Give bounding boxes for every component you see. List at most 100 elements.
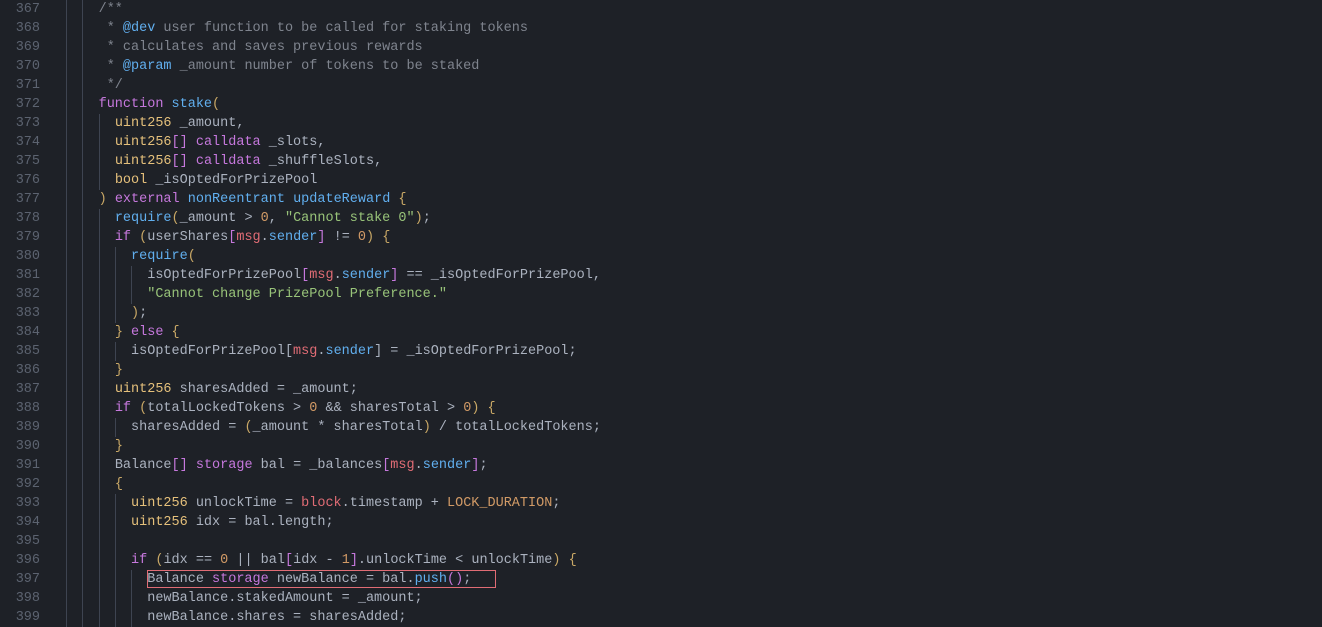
token: calldata <box>196 154 261 169</box>
token: sender <box>342 268 391 283</box>
code-line[interactable]: isOptedForPrizePool[msg.sender] = _isOpt… <box>50 342 1322 361</box>
token: () <box>447 572 463 587</box>
token <box>123 325 131 340</box>
code-line[interactable]: newBalance.stakedAmount = _amount; <box>50 589 1322 608</box>
line-number: 387 <box>0 380 40 399</box>
code-line[interactable]: uint256 idx = bal.length; <box>50 513 1322 532</box>
line-number: 391 <box>0 456 40 475</box>
token: ) <box>366 230 374 245</box>
token: * <box>99 21 123 36</box>
code-line[interactable]: uint256 sharesAdded = _amount; <box>50 380 1322 399</box>
token: [] <box>172 135 188 150</box>
line-number: 370 <box>0 57 40 76</box>
token: calldata <box>196 135 261 150</box>
token: idx - <box>293 553 342 568</box>
token: , <box>269 211 285 226</box>
token: Balance <box>115 458 172 473</box>
code-line[interactable]: { <box>50 475 1322 494</box>
token: .timestamp + <box>342 496 447 511</box>
code-line[interactable]: ) external nonReentrant updateReward { <box>50 190 1322 209</box>
code-line[interactable]: */ <box>50 76 1322 95</box>
code-line[interactable]: Balance storage newBalance = bal.push(); <box>50 570 1322 589</box>
code-line[interactable]: uint256[] calldata _slots, <box>50 133 1322 152</box>
code-line[interactable]: Balance[] storage bal = _balances[msg.se… <box>50 456 1322 475</box>
code-line[interactable]: if (idx == 0 || bal[idx - 1].unlockTime … <box>50 551 1322 570</box>
token: ) <box>423 420 431 435</box>
token: Balance <box>147 572 212 587</box>
token: isOptedForPrizePool <box>147 268 301 283</box>
code-line[interactable]: * calculates and saves previous rewards <box>50 38 1322 57</box>
token: . <box>261 230 269 245</box>
token: ] <box>317 230 325 245</box>
token: && sharesTotal > <box>317 401 463 416</box>
token: 0 <box>358 230 366 245</box>
token: function <box>99 97 164 112</box>
token: @param <box>123 59 172 74</box>
line-number: 376 <box>0 171 40 190</box>
token: storage <box>212 572 269 587</box>
code-area[interactable]: /** * @dev user function to be called fo… <box>50 0 1322 624</box>
code-line[interactable]: require( <box>50 247 1322 266</box>
token: sender <box>423 458 472 473</box>
code-line[interactable]: uint256 _amount, <box>50 114 1322 133</box>
code-line[interactable]: uint256 unlockTime = block.timestamp + L… <box>50 494 1322 513</box>
code-line[interactable]: } else { <box>50 323 1322 342</box>
line-number: 369 <box>0 38 40 57</box>
token: msg <box>293 344 317 359</box>
code-line[interactable]: } <box>50 437 1322 456</box>
token: else <box>131 325 163 340</box>
code-line[interactable] <box>50 532 1322 551</box>
token: uint256 <box>131 496 188 511</box>
token: ; <box>463 572 471 587</box>
code-line[interactable]: bool _isOptedForPrizePool <box>50 171 1322 190</box>
token <box>131 401 139 416</box>
code-line[interactable]: } <box>50 361 1322 380</box>
token: if <box>115 230 131 245</box>
line-number: 380 <box>0 247 40 266</box>
code-line[interactable]: function stake( <box>50 95 1322 114</box>
token: [] <box>172 458 188 473</box>
token: isOptedForPrizePool[ <box>131 344 293 359</box>
token <box>188 135 196 150</box>
line-number-gutter: 3673683693703713723733743753763773783793… <box>0 0 50 624</box>
token: uint256 <box>131 515 188 530</box>
token: .unlockTime < unlockTime <box>358 553 552 568</box>
token: [ <box>285 553 293 568</box>
line-number: 390 <box>0 437 40 456</box>
code-line[interactable]: if (userShares[msg.sender] != 0) { <box>50 228 1322 247</box>
token: @dev <box>123 21 155 36</box>
line-number: 377 <box>0 190 40 209</box>
token: "Cannot stake 0" <box>285 211 415 226</box>
line-number: 388 <box>0 399 40 418</box>
line-number: 381 <box>0 266 40 285</box>
token: sharesAdded = <box>131 420 244 435</box>
code-line[interactable]: "Cannot change PrizePool Preference." <box>50 285 1322 304</box>
line-number: 386 <box>0 361 40 380</box>
token: _amount > <box>180 211 261 226</box>
token: uint256 <box>115 116 172 131</box>
code-line[interactable]: uint256[] calldata _shuffleSlots, <box>50 152 1322 171</box>
line-number: 382 <box>0 285 40 304</box>
token: ] <box>350 553 358 568</box>
code-editor[interactable]: 3673683693703713723733743753763773783793… <box>0 0 1322 624</box>
code-line[interactable]: /** <box>50 0 1322 19</box>
code-line[interactable]: * @param _amount number of tokens to be … <box>50 57 1322 76</box>
code-line[interactable]: newBalance.shares = sharesAdded; <box>50 608 1322 627</box>
token: * <box>99 59 123 74</box>
token: userShares <box>147 230 228 245</box>
code-line[interactable]: require(_amount > 0, "Cannot stake 0"); <box>50 209 1322 228</box>
token: ; <box>423 211 431 226</box>
code-line[interactable]: * @dev user function to be called for st… <box>50 19 1322 38</box>
line-number: 393 <box>0 494 40 513</box>
token <box>285 192 293 207</box>
token: ; <box>139 306 147 321</box>
code-line[interactable]: if (totalLockedTokens > 0 && sharesTotal… <box>50 399 1322 418</box>
token: 1 <box>342 553 350 568</box>
code-line[interactable]: ); <box>50 304 1322 323</box>
token: { <box>172 325 180 340</box>
token <box>188 154 196 169</box>
token: stake <box>172 97 213 112</box>
code-line[interactable]: sharesAdded = (_amount * sharesTotal) / … <box>50 418 1322 437</box>
code-line[interactable]: isOptedForPrizePool[msg.sender] == _isOp… <box>50 266 1322 285</box>
line-number: 394 <box>0 513 40 532</box>
